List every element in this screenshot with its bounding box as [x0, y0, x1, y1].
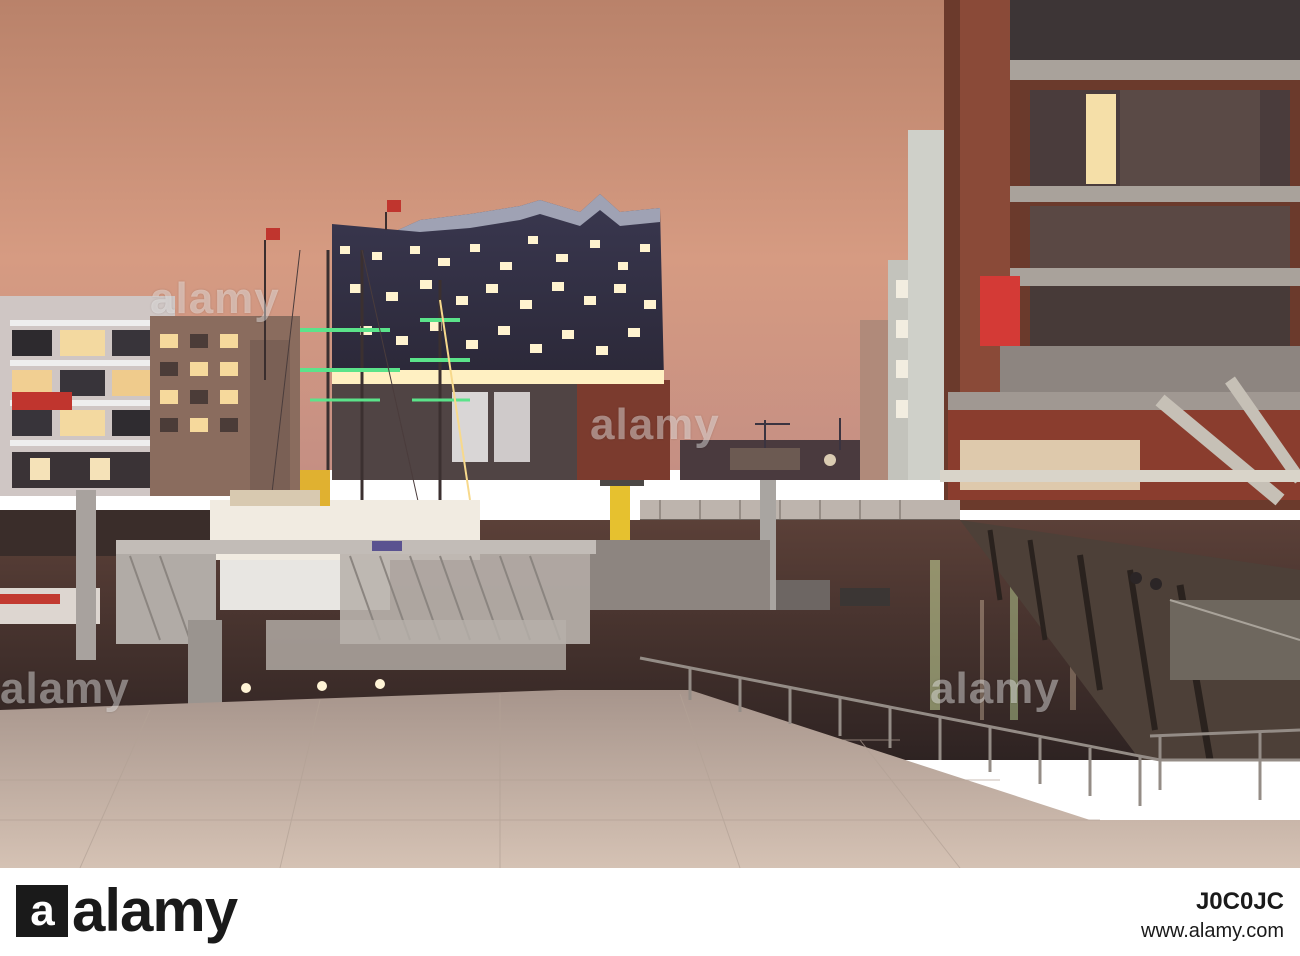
logo-text: alamy: [72, 877, 238, 944]
site-link[interactable]: www.alamy.com: [1141, 920, 1284, 943]
image-id: J0C0JC: [1195, 888, 1284, 915]
footbridge: [640, 500, 960, 521]
photograph: alamy alamy alamy alamy: [0, 0, 1300, 868]
harbour-night-scene: [0, 0, 1300, 868]
footer-bar: a alamy J0C0JC www.alamy.com: [0, 868, 1300, 956]
image-info: J0C0JC www.alamy.com: [1141, 888, 1284, 943]
logo-mark-icon: a: [16, 885, 68, 937]
left-apartment-building: [0, 296, 300, 496]
alamy-logo[interactable]: a alamy: [16, 876, 238, 945]
